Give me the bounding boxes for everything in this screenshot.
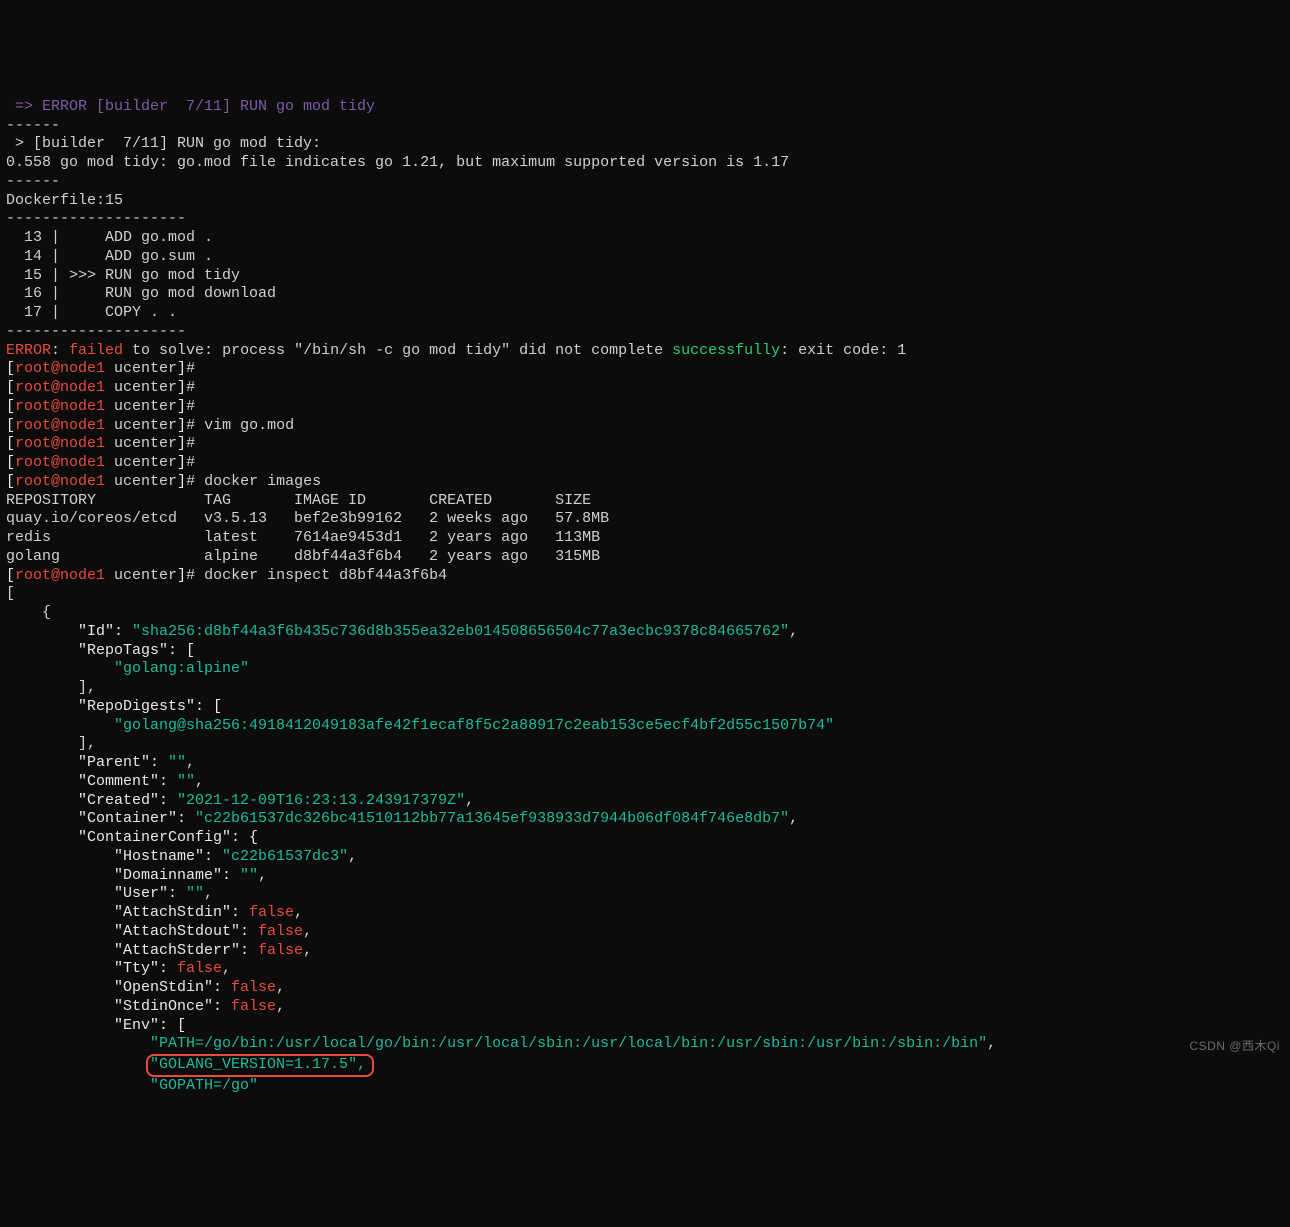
json-user: "User": "", (6, 885, 213, 902)
dockerfile-line-17: 17 | COPY . . (6, 304, 177, 321)
dockerfile-line-14: 14 | ADD go.sum . (6, 248, 213, 265)
json-openstdin: "OpenStdin": false, (6, 979, 285, 996)
dockerfile-line-13: 13 | ADD go.mod . (6, 229, 213, 246)
go-mod-error: 0.558 go mod tidy: go.mod file indicates… (6, 154, 789, 171)
json-env-path: "PATH=/go/bin:/usr/local/go/bin:/usr/loc… (6, 1035, 996, 1052)
images-row: golang alpine d8bf44a3f6b4 2 years ago 3… (6, 548, 600, 565)
json-repodigests-val: "golang@sha256:4918412049183afe42f1ecaf8… (6, 717, 834, 734)
terminal-output[interactable]: => ERROR [builder 7/11] RUN go mod tidy … (6, 79, 1284, 1096)
error-step-line: => ERROR [builder 7/11] RUN go mod tidy (6, 98, 375, 115)
images-row: redis latest 7614ae9453d1 2 years ago 11… (6, 529, 600, 546)
build-step-line: > [builder 7/11] RUN go mod tidy: (6, 135, 321, 152)
json-env-gopath: "GOPATH=/go" (6, 1077, 258, 1094)
dashes-long: -------------------- (6, 210, 186, 227)
json-env-golang-version: "GOLANG_VERSION=1.17.5", (6, 1056, 374, 1073)
shell-prompt: [root@node1 ucenter]# docker inspect d8b… (6, 567, 447, 584)
json-attach-stdout: "AttachStdout": false, (6, 923, 312, 940)
dockerfile-ref: Dockerfile:15 (6, 192, 123, 209)
json-repodigests: "RepoDigests": [ (6, 698, 222, 715)
json-repotags-val: "golang:alpine" (6, 660, 249, 677)
json-hostname: "Hostname": "c22b61537dc3", (6, 848, 357, 865)
dashes-long: -------------------- (6, 323, 186, 340)
shell-prompt: [root@node1 ucenter]# (6, 360, 204, 377)
json-bracket-open: [ (6, 585, 15, 602)
json-comment: "Comment": "", (6, 773, 204, 790)
dockerfile-line-15: 15 | >>> RUN go mod tidy (6, 267, 240, 284)
images-row: quay.io/coreos/etcd v3.5.13 bef2e3b99162… (6, 510, 609, 527)
json-brace-open: { (6, 604, 51, 621)
shell-prompt: [root@node1 ucenter]# (6, 435, 204, 452)
shell-prompt: [root@node1 ucenter]# (6, 454, 204, 471)
json-env: "Env": [ (6, 1017, 186, 1034)
cmd-docker-images: docker images (204, 473, 321, 490)
json-domainname: "Domainname": "", (6, 867, 267, 884)
shell-prompt: [root@node1 ucenter]# vim go.mod (6, 417, 294, 434)
dashes: ------ (6, 117, 60, 134)
cmd-docker-inspect: docker inspect d8bf44a3f6b4 (204, 567, 447, 584)
images-header: REPOSITORY TAG IMAGE ID CREATED SIZE (6, 492, 591, 509)
json-repotags: "RepoTags": [ (6, 642, 195, 659)
dashes: ------ (6, 173, 60, 190)
shell-prompt: [root@node1 ucenter]# (6, 379, 204, 396)
json-id: "Id": "sha256:d8bf44a3f6b435c736d8b355ea… (6, 623, 798, 640)
json-close-array: ], (6, 679, 96, 696)
shell-prompt: [root@node1 ucenter]# docker images (6, 473, 321, 490)
cmd-vim-gomod: vim go.mod (204, 417, 294, 434)
json-created: "Created": "2021-12-09T16:23:13.24391737… (6, 792, 474, 809)
json-close-array: ], (6, 735, 96, 752)
shell-prompt: [root@node1 ucenter]# (6, 398, 204, 415)
json-container-config: "ContainerConfig": { (6, 829, 258, 846)
json-attach-stdin: "AttachStdin": false, (6, 904, 303, 921)
json-parent: "Parent": "", (6, 754, 195, 771)
json-attach-stderr: "AttachStderr": false, (6, 942, 312, 959)
error-solve-line: ERROR: failed to solve: process "/bin/sh… (6, 342, 906, 359)
watermark-text: CSDN @西木Qi (1189, 1039, 1280, 1054)
json-container: "Container": "c22b61537dc326bc41510112bb… (6, 810, 798, 827)
json-stdinonce: "StdinOnce": false, (6, 998, 285, 1015)
dockerfile-line-16: 16 | RUN go mod download (6, 285, 276, 302)
json-tty: "Tty": false, (6, 960, 231, 977)
